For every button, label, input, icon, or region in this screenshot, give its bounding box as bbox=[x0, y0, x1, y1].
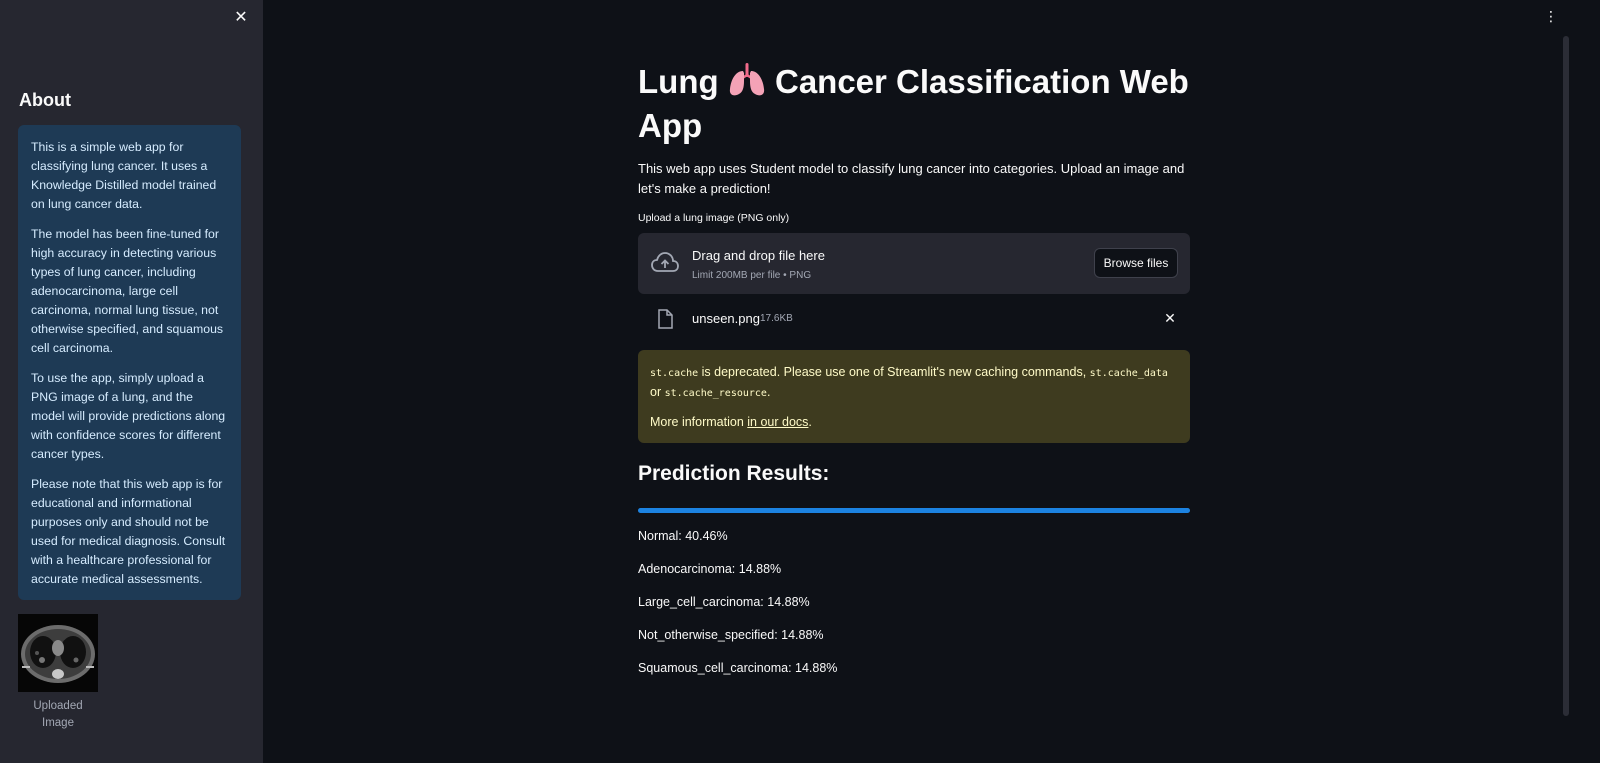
progress-bar bbox=[638, 508, 1190, 513]
file-size: 17.6KB bbox=[760, 313, 793, 324]
about-paragraph: To use the app, simply upload a PNG imag… bbox=[31, 371, 226, 461]
warning-text-part: or bbox=[650, 385, 665, 399]
file-icon bbox=[658, 309, 673, 329]
warning-text: st.cache is deprecated. Please use one o… bbox=[650, 363, 1178, 403]
uploaded-file-row: unseen.png 17.6KB ✕ bbox=[638, 307, 1190, 331]
sidebar: ✕ About This is a simple web app for cla… bbox=[0, 0, 263, 763]
close-icon[interactable]: ✕ bbox=[232, 9, 250, 27]
browse-files-button[interactable]: Browse files bbox=[1094, 248, 1178, 278]
code-st-cache-data: st.cache_data bbox=[1089, 368, 1168, 379]
prediction-results: Normal: 40.46% Adenocarcinoma: 14.88% La… bbox=[638, 528, 1190, 693]
code-st-cache: st.cache bbox=[650, 368, 699, 379]
page-title-start: Lung bbox=[638, 63, 719, 100]
file-dropzone[interactable]: Drag and drop file here Limit 200MB per … bbox=[638, 233, 1190, 294]
lungs-icon bbox=[729, 63, 764, 96]
ct-scan-image bbox=[18, 614, 98, 692]
drop-title: Drag and drop file here bbox=[692, 248, 825, 263]
warning-text-part: is deprecated. Please use one of Streaml… bbox=[698, 365, 1090, 379]
about-paragraph: The model has been fine-tuned for high a… bbox=[31, 227, 224, 355]
upload-label: Upload a lung image (PNG only) bbox=[638, 212, 790, 224]
scrollbar[interactable] bbox=[1563, 36, 1569, 716]
result-adenocarcinoma: Adenocarcinoma: 14.88% bbox=[638, 562, 782, 576]
image-caption: Uploaded Image bbox=[33, 700, 83, 729]
result-not-otherwise-specified: Not_otherwise_specified: 14.88% bbox=[638, 628, 824, 642]
remove-file-icon[interactable]: ✕ bbox=[1162, 309, 1178, 327]
more-info: More information in our docs. bbox=[650, 413, 1178, 432]
file-name: unseen.png bbox=[692, 311, 760, 326]
main-menu-icon[interactable]: ⋮ bbox=[1543, 6, 1559, 26]
more-info-prefix: More information bbox=[650, 415, 748, 429]
about-paragraph: This is a simple web app for classifying… bbox=[31, 140, 217, 211]
prediction-title: Prediction Results: bbox=[638, 462, 830, 485]
uploaded-image-thumbnail bbox=[18, 614, 98, 692]
page-title: Lung Cancer Classification Web App bbox=[638, 60, 1190, 148]
about-paragraph: Please note that this web app is for edu… bbox=[31, 477, 226, 586]
page-title-block: Lung Cancer Classification Web App bbox=[638, 60, 1190, 148]
progress-fill bbox=[638, 508, 1190, 513]
docs-link[interactable]: in our docs bbox=[747, 415, 808, 429]
about-title: About bbox=[19, 90, 71, 110]
page-title-end: Cancer Classification Web App bbox=[638, 63, 1189, 144]
code-st-cache-resource: st.cache_resource bbox=[664, 388, 767, 399]
deprecation-warning: st.cache is deprecated. Please use one o… bbox=[638, 350, 1190, 443]
result-normal: Normal: 40.46% bbox=[638, 529, 728, 543]
intro-text: This web app uses Student model to class… bbox=[638, 161, 1185, 196]
cloud-upload-icon bbox=[651, 252, 679, 272]
warning-text-part: . bbox=[766, 385, 771, 399]
result-large-cell-carcinoma: Large_cell_carcinoma: 14.88% bbox=[638, 595, 810, 609]
about-info-box: This is a simple web app for classifying… bbox=[18, 125, 241, 600]
result-squamous-cell-carcinoma: Squamous_cell_carcinoma: 14.88% bbox=[638, 661, 838, 675]
more-info-suffix: . bbox=[808, 415, 812, 429]
upload-limit-text: Limit 200MB per file • PNG bbox=[692, 270, 812, 281]
